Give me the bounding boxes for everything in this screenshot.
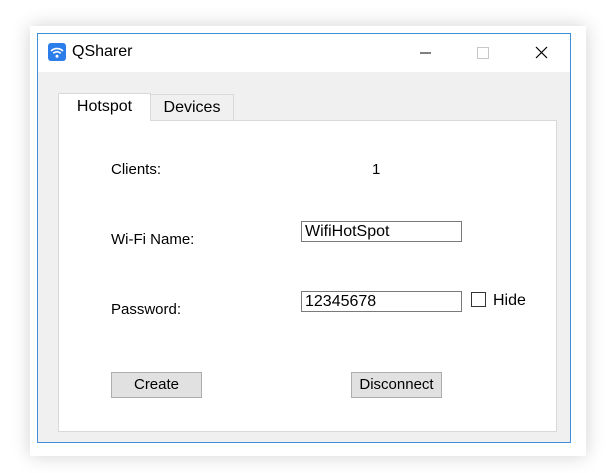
tab-devices[interactable]: Devices bbox=[151, 94, 234, 120]
minimize-icon bbox=[420, 52, 431, 54]
hotspot-panel: Clients: 1 Wi-Fi Name: WifiHotSpot Passw… bbox=[58, 120, 557, 432]
create-button[interactable]: Create bbox=[111, 372, 202, 398]
wifi-name-field[interactable]: WifiHotSpot bbox=[301, 221, 462, 242]
maximize-icon bbox=[477, 47, 489, 59]
password-field[interactable]: 12345678 bbox=[301, 291, 462, 312]
window-title: QSharer bbox=[72, 43, 133, 60]
disconnect-button[interactable]: Disconnect bbox=[351, 372, 442, 398]
title-bar[interactable]: QSharer bbox=[38, 34, 570, 72]
tab-hotspot[interactable]: Hotspot bbox=[58, 93, 151, 121]
wifi-name-label: Wi-Fi Name: bbox=[111, 231, 195, 248]
maximize-button[interactable] bbox=[454, 34, 512, 72]
clients-label: Clients: bbox=[111, 161, 162, 178]
close-icon bbox=[535, 46, 548, 59]
hide-checkbox[interactable] bbox=[471, 292, 486, 307]
close-button[interactable] bbox=[512, 34, 570, 72]
wifi-app-icon bbox=[48, 43, 66, 61]
app-window: QSharer Hotspot Devices Clients: 1 Wi-Fi… bbox=[37, 33, 571, 443]
clients-count: 1 bbox=[372, 161, 381, 178]
hide-label[interactable]: Hide bbox=[493, 292, 526, 310]
password-label: Password: bbox=[111, 301, 182, 318]
minimize-button[interactable] bbox=[396, 34, 454, 72]
